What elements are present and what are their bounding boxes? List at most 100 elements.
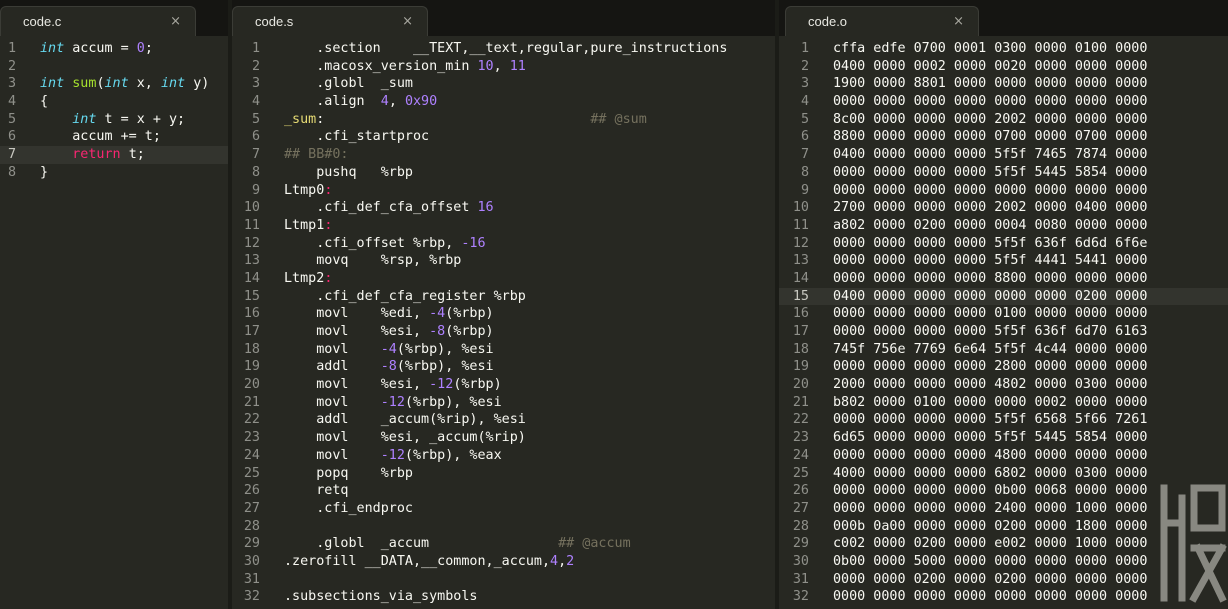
line-number: 1 (251, 41, 260, 56)
line-text: Ltmp0: (284, 182, 333, 198)
line-number: 6 (800, 129, 809, 145)
line-number: 6 (251, 129, 260, 145)
code-line: 10 .cfi_def_cfa_offset 16 (232, 199, 775, 217)
line-text: addl _accum(%rip), %esi (284, 412, 526, 428)
line-number: 2 (800, 58, 809, 74)
line-number: 23 (792, 430, 809, 446)
line-number: 21 (792, 394, 809, 410)
code-line: 2 0400 0000 0002 0000 0020 0000 0000 0000 (779, 58, 1228, 76)
close-icon[interactable]: × (402, 14, 413, 29)
editor-pane-code-c: code.c × 1 int accum = 0; 2 3 int sum(int x,… (0, 0, 228, 609)
code-line: 21 b802 0000 0100 0000 0000 0002 0000 000… (779, 394, 1228, 412)
code-editor[interactable]: 1 .section __TEXT,__text,regular,pure_in… (232, 40, 775, 609)
line-number: 25 (792, 465, 809, 481)
line-text: movl -12(%rbp), %esi (284, 394, 502, 410)
line-text: .globl _sum (284, 76, 413, 92)
line-number: 20 (792, 377, 809, 393)
line-text: retq (284, 483, 349, 499)
line-number: 16 (243, 306, 260, 322)
tab-code-c[interactable]: code.c × (0, 6, 196, 36)
line-number: 11 (792, 217, 809, 233)
line-text: 0000 0000 0000 0000 0000 0000 0000 0000 (833, 94, 1148, 110)
code-line: 11 Ltmp1: (232, 217, 775, 235)
code-line: 12 0000 0000 0000 0000 5f5f 636f 6d6d 6f6… (779, 235, 1228, 253)
code-line: 23 6d65 0000 0000 0000 5f5f 5445 5854 000… (779, 429, 1228, 447)
line-text: 0000 0000 0000 0000 5f5f 636f 6d6d 6f6e (833, 235, 1148, 251)
code-line: 4 .align 4, 0x90 (232, 93, 775, 111)
line-number: 7 (251, 147, 260, 163)
line-number: 10 (792, 200, 809, 216)
tab-code-s[interactable]: code.s × (232, 6, 428, 36)
code-line: 16 movl %edi, -4(%rbp) (232, 305, 775, 323)
line-text: 4000 0000 0000 0000 6802 0000 0300 0000 (833, 465, 1148, 481)
line-text: 0000 0000 0000 0000 0000 0000 0000 0000 (833, 589, 1148, 605)
tab-bar: code.o × (779, 0, 1228, 36)
code-line: 20 2000 0000 0000 0000 4802 0000 0300 000… (779, 376, 1228, 394)
code-line: 22 0000 0000 0000 0000 5f5f 6568 5f66 726… (779, 411, 1228, 429)
line-number: 1 (7, 41, 16, 56)
line-number: 13 (243, 253, 260, 269)
code-line: 13 movq %rsp, %rbp (232, 252, 775, 270)
code-line: 6 8800 0000 0000 0000 0700 0000 0700 0000 (779, 128, 1228, 146)
close-icon[interactable]: × (953, 14, 964, 29)
line-text: Ltmp1: (284, 217, 333, 233)
code-line: 2 (0, 58, 228, 76)
line-text: movl %esi, -12(%rbp) (284, 377, 502, 393)
tab-label: code.c (23, 14, 62, 29)
line-text: 8800 0000 0000 0000 0700 0000 0700 0000 (833, 129, 1148, 145)
code-line: 21 movl -12(%rbp), %esi (232, 394, 775, 412)
code-line: 3 .globl _sum (232, 75, 775, 93)
line-number: 27 (243, 500, 260, 516)
code-line: 28 (232, 518, 775, 536)
line-number: 4 (800, 94, 809, 110)
line-text: popq %rbp (284, 465, 413, 481)
watermark-logo (1160, 484, 1227, 603)
code-line: 1 int accum = 0; (0, 40, 228, 58)
line-number: 4 (7, 94, 16, 110)
line-number: 23 (243, 430, 260, 446)
line-number: 8 (7, 164, 16, 180)
line-text: int sum(int x, int y) (40, 76, 210, 92)
line-number: 15 (243, 288, 260, 304)
line-number: 17 (792, 324, 809, 339)
code-line: 3 int sum(int x, int y) (0, 75, 228, 93)
editor-pane-code-s: code.s × 1 .section __TEXT,__text,regula… (232, 0, 775, 609)
code-line: 22 addl _accum(%rip), %esi (232, 411, 775, 429)
line-text: 0400 0000 0002 0000 0020 0000 0000 0000 (833, 58, 1148, 74)
line-number: 14 (792, 270, 809, 286)
code-line: 8 0000 0000 0000 0000 5f5f 5445 5854 0000 (779, 164, 1228, 182)
code-line: 20 movl %esi, -12(%rbp) (232, 376, 775, 394)
line-number: 14 (243, 270, 260, 286)
code-line: 30 .zerofill __DATA,__common,_accum,4,2 (232, 553, 775, 571)
line-text: Ltmp2: (284, 270, 333, 286)
line-text: addl -8(%rbp), %esi (284, 359, 494, 375)
line-text: 0000 0000 0000 0000 5f5f 5445 5854 0000 (833, 164, 1148, 180)
line-text: 0000 0000 0000 0000 8800 0000 0000 0000 (833, 270, 1148, 286)
line-number: 16 (792, 306, 809, 322)
line-text: .cfi_offset %rbp, -16 (284, 235, 486, 251)
tab-code-o[interactable]: code.o × (785, 6, 979, 36)
line-text: .macosx_version_min 10, 11 (284, 58, 526, 74)
line-text: 0000 0000 0000 0000 0000 0000 0000 0000 (833, 182, 1148, 198)
line-text: pushq %rbp (284, 164, 413, 180)
line-number: 9 (800, 182, 809, 198)
line-number: 26 (243, 483, 260, 499)
line-text: 0000 0000 0000 0000 0100 0000 0000 0000 (833, 306, 1148, 322)
code-line: 32 .subsections_via_symbols (232, 588, 775, 606)
line-number: 28 (792, 518, 809, 534)
line-text: 2700 0000 0000 0000 2002 0000 0400 0000 (833, 200, 1148, 216)
code-editor[interactable]: 1 int accum = 0; 2 3 int sum(int x, int y) 4{… (0, 40, 228, 609)
code-line: 5 8c00 0000 0000 0000 2002 0000 0000 0000 (779, 111, 1228, 129)
close-icon[interactable]: × (170, 14, 181, 29)
code-line: 14 0000 0000 0000 0000 8800 0000 0000 000… (779, 270, 1228, 288)
line-text: movl %edi, -4(%rbp) (284, 306, 494, 322)
line-number: 20 (243, 377, 260, 393)
line-text: .align 4, 0x90 (284, 94, 438, 110)
line-number: 26 (792, 483, 809, 499)
line-text: 0000 0000 0000 0000 2800 0000 0000 0000 (833, 359, 1148, 375)
code-line: 9 0000 0000 0000 0000 0000 0000 0000 0000 (779, 182, 1228, 200)
line-text: 0b00 0000 5000 0000 0000 0000 0000 0000 (833, 553, 1148, 569)
line-number: 28 (243, 518, 260, 534)
line-number: 3 (251, 76, 260, 92)
line-number: 31 (243, 571, 260, 587)
